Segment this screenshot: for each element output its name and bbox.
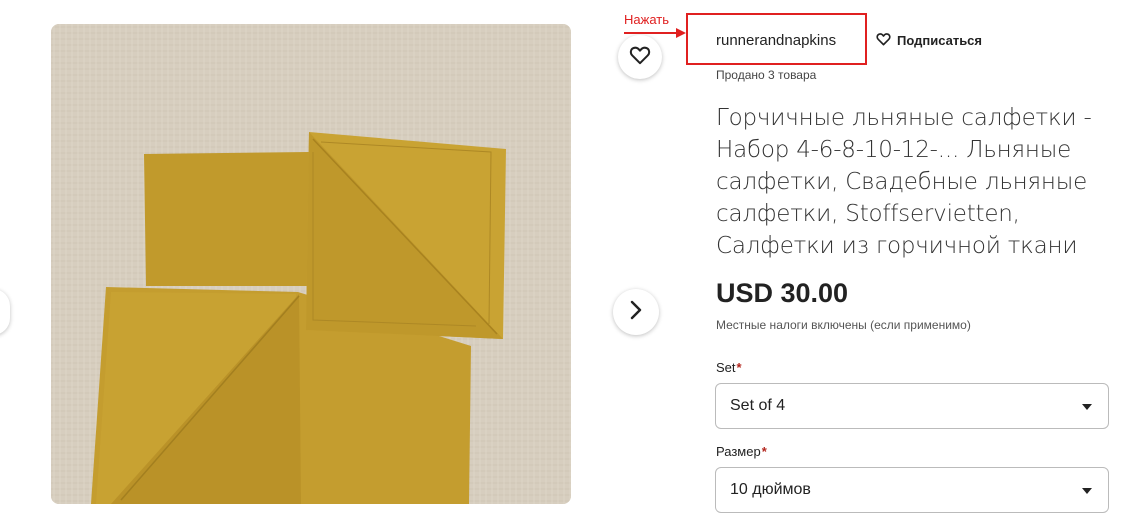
product-title-line: салфетки, Stoffservietten, (716, 201, 1020, 227)
sales-count: Продано 3 товара (716, 68, 817, 82)
caret-down-icon (1082, 488, 1092, 494)
follow-shop-button[interactable]: Подписаться (876, 32, 982, 49)
shop-name-link[interactable]: runnerandnapkins (716, 32, 836, 49)
required-mark: * (736, 360, 742, 375)
size-select-value: 10 дюймов (730, 481, 811, 498)
product-photo (51, 24, 571, 504)
set-select[interactable]: Set of 4 (715, 383, 1109, 429)
chevron-right-icon (629, 300, 643, 325)
next-image-button[interactable] (613, 289, 659, 335)
size-select[interactable]: 10 дюймов (715, 467, 1109, 513)
required-mark: * (761, 444, 767, 459)
product-title-line: Набор 4-6-8-10-12-... Льняные (716, 137, 1072, 163)
product-title-line: Салфетки из горчичной ткани (716, 233, 1078, 259)
set-option-label-text: Set (716, 360, 736, 375)
annotation-arrow-icon (624, 28, 686, 38)
product-title-line: Горчичные льняные салфетки - (716, 105, 1092, 131)
product-title: Горчичные льняные салфетки - Набор 4-6-8… (716, 102, 1116, 262)
previous-image-button[interactable] (0, 289, 10, 335)
heart-outline-icon (876, 32, 891, 49)
caret-down-icon (1082, 404, 1092, 410)
set-select-value: Set of 4 (730, 397, 786, 414)
set-option-label: Set* (716, 360, 742, 375)
size-option-label-text: Размер (716, 444, 761, 459)
size-option-label: Размер* (716, 444, 767, 459)
product-title-line: салфетки, Свадебные льняные (716, 169, 1088, 195)
follow-label: Подписаться (897, 33, 983, 48)
favorite-button[interactable] (618, 35, 662, 79)
product-price: USD 30.00 (716, 278, 849, 308)
heart-icon (629, 45, 651, 70)
tax-note: Местные налоги включены (если применимо) (716, 318, 971, 332)
